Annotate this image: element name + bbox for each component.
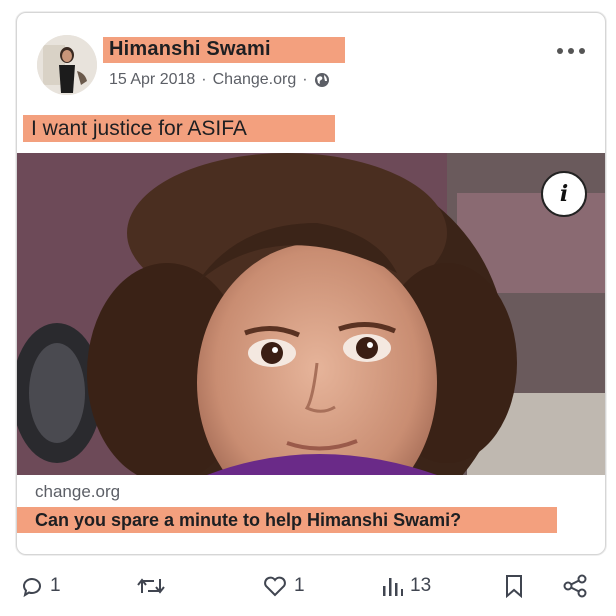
meta-separator-2: · xyxy=(302,71,308,88)
like-button[interactable]: 1 xyxy=(262,574,305,598)
views-count: 13 xyxy=(410,575,432,596)
post-card[interactable]: Himanshi Swami 15 Apr 2018 · Change.org … xyxy=(16,12,606,555)
action-bar: 1 1 13 xyxy=(0,566,616,614)
like-count: 1 xyxy=(294,575,305,596)
retweet-button[interactable] xyxy=(136,574,172,598)
retweet-icon xyxy=(137,578,165,594)
share-icon xyxy=(563,574,587,598)
like-icon xyxy=(264,576,286,597)
share-button[interactable] xyxy=(562,574,588,598)
author-name[interactable]: Himanshi Swami xyxy=(109,38,271,61)
meta-separator: · xyxy=(201,71,207,88)
globe-icon xyxy=(314,73,329,87)
info-button[interactable]: i xyxy=(541,171,587,217)
comment-button[interactable]: 1 xyxy=(20,574,61,598)
comment-count: 1 xyxy=(50,575,61,596)
more-icon xyxy=(557,48,585,54)
bookmark-button[interactable] xyxy=(503,574,525,598)
more-options-button[interactable] xyxy=(555,35,587,63)
avatar-image xyxy=(37,35,97,95)
post-source: Change.org xyxy=(212,71,297,88)
avatar[interactable] xyxy=(37,35,97,95)
child-portrait xyxy=(17,153,605,475)
post-meta: 15 Apr 2018 · Change.org · xyxy=(109,71,330,89)
link-preview-image[interactable] xyxy=(17,153,605,475)
link-title[interactable]: Can you spare a minute to help Himanshi … xyxy=(35,510,461,531)
post-text: I want justice for ASIFA xyxy=(31,117,247,140)
views-button[interactable]: 13 xyxy=(380,574,431,598)
bookmark-icon xyxy=(506,575,522,598)
comment-icon xyxy=(22,578,41,598)
post-date[interactable]: 15 Apr 2018 xyxy=(109,71,195,89)
link-domain[interactable]: change.org xyxy=(35,482,120,502)
views-icon xyxy=(383,578,403,596)
info-icon: i xyxy=(559,181,569,207)
